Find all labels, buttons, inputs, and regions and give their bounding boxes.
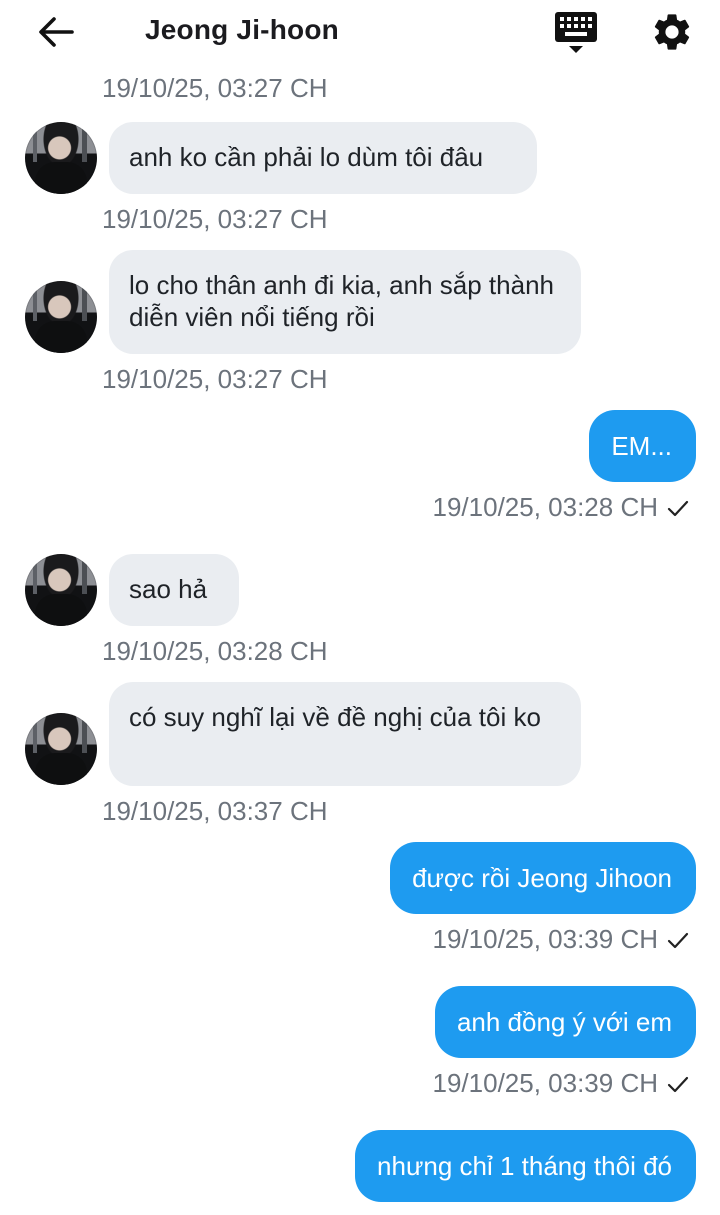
settings-button[interactable] <box>650 10 694 54</box>
outgoing-message-bubble[interactable]: anh đồng ý với em <box>434 986 696 1058</box>
message-timestamp: 19/10/25, 03:27 CH <box>102 364 328 394</box>
avatar[interactable] <box>25 281 97 353</box>
contact-name: Jeong Ji-hoon <box>145 14 339 45</box>
message-timestamp: 19/10/25, 03:27 CH <box>102 204 328 234</box>
outgoing-message-bubble[interactable]: được rồi Jeong Jihoon <box>390 842 696 914</box>
back-button[interactable] <box>34 12 78 52</box>
timestamp-text: 19/10/25, 03:39 CH <box>432 1068 659 1098</box>
message-timestamp: 19/10/25, 03:39 CH <box>433 924 691 955</box>
timestamp-text: 19/10/25, 03:39 CH <box>432 924 659 954</box>
message-timestamp: 19/10/25, 03:39 CH <box>433 1068 691 1099</box>
message-timestamp: 19/10/25, 03:27 CH <box>102 73 328 103</box>
outgoing-message-bubble[interactable]: nhưng chỉ 1 tháng thôi đó <box>355 1130 696 1202</box>
incoming-message-bubble[interactable]: có suy nghĩ lại về đề nghị của tôi ko <box>109 682 581 786</box>
incoming-message-bubble[interactable]: sao hả <box>109 554 239 626</box>
gear-icon <box>654 14 690 50</box>
avatar[interactable] <box>25 713 97 785</box>
incoming-message-bubble[interactable]: lo cho thân anh đi kia, anh sắp thành di… <box>109 250 581 354</box>
incoming-message-bubble[interactable]: anh ko cần phải lo dùm tôi đâu <box>109 122 537 194</box>
message-timestamp: 19/10/25, 03:28 CH <box>433 492 691 523</box>
keyboard-button[interactable] <box>553 10 599 56</box>
message-timestamp: 19/10/25, 03:28 CH <box>102 636 328 666</box>
timestamp-text: 19/10/25, 03:28 CH <box>432 492 659 522</box>
check-icon <box>667 1076 689 1092</box>
chat-header: Jeong Ji-hoon <box>0 0 720 64</box>
avatar[interactable] <box>25 554 97 626</box>
check-icon <box>667 932 689 948</box>
outgoing-message-bubble[interactable]: EM... <box>589 410 696 482</box>
keyboard-icon <box>555 12 597 53</box>
message-timestamp: 19/10/25, 03:37 CH <box>102 796 328 826</box>
message-list[interactable]: 19/10/25, 03:27 CH anh ko cần phải lo dù… <box>0 64 720 1215</box>
check-icon <box>667 500 689 516</box>
arrow-left-icon <box>39 17 74 47</box>
avatar[interactable] <box>25 122 97 194</box>
